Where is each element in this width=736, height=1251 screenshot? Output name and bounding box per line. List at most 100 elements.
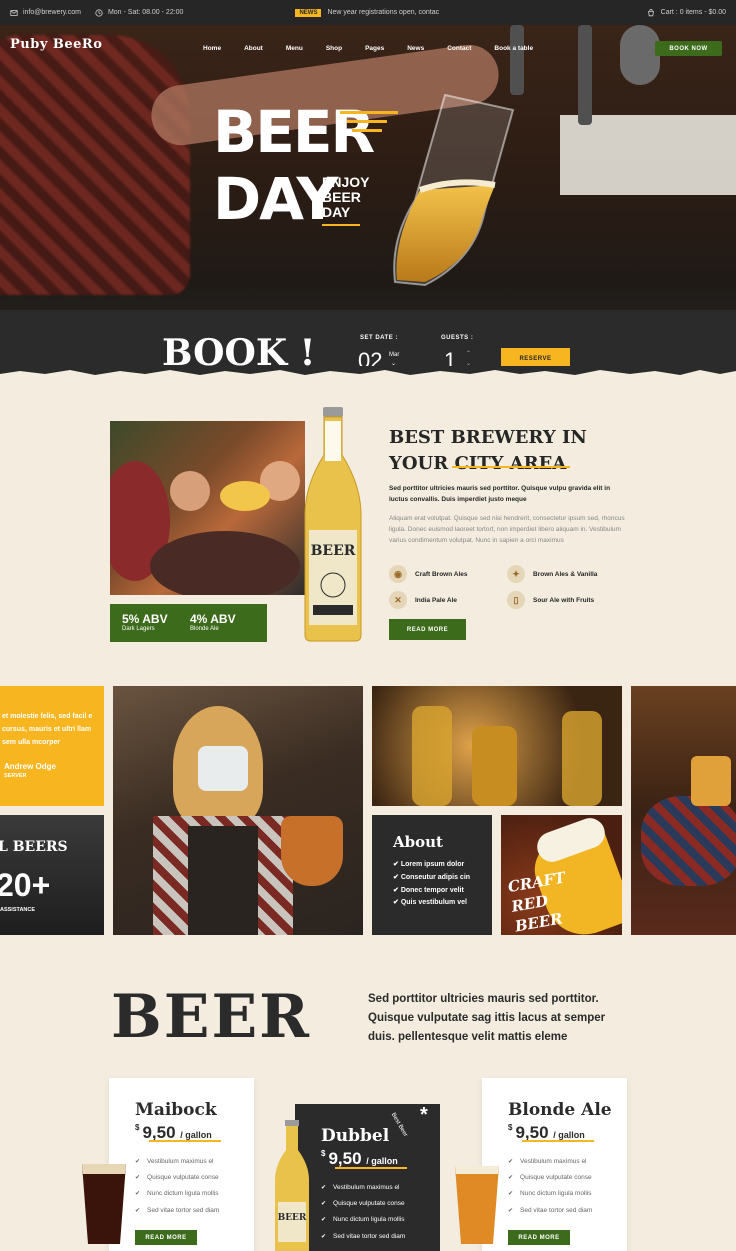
dark-beer-glass-image	[82, 1164, 126, 1244]
read-more-button[interactable]: READ MORE	[389, 619, 466, 640]
asterisk-icon: *	[420, 1104, 428, 1126]
craft-beer-photo: CRAFT RED BEER	[501, 815, 622, 935]
site-logo[interactable]: Puby BeeRo	[10, 37, 102, 52]
card-read-more-button[interactable]: READ MORE	[135, 1230, 197, 1245]
nav-item-news[interactable]: News	[407, 45, 424, 52]
beers-count-label: L BEERS	[0, 839, 68, 855]
card-feature: Quisque vulputate conse	[135, 1170, 219, 1186]
chevron-up-icon[interactable]: ⌃	[466, 350, 471, 357]
bottle-label-text: BEER	[311, 543, 356, 559]
beer-badge-icon: ✦	[507, 565, 525, 583]
about-tile-item: ✔ Quis vestibulum vel	[393, 899, 467, 907]
card-feature: Nunc dictum ligula mollis	[321, 1212, 405, 1228]
card-feature: Quisque vulputate conse	[321, 1196, 405, 1212]
cheers-photo	[631, 686, 736, 935]
nav-item-menu[interactable]: Menu	[286, 45, 303, 52]
page: info@brewery.com Mon - Sat: 08.00 - 22:0…	[0, 0, 736, 1251]
card-feature: Nunc dictum ligula mollis	[135, 1186, 219, 1202]
title-underline-accent	[452, 466, 570, 468]
craft-beer-text: CRAFT RED BEER	[506, 868, 567, 935]
beer-tap	[578, 25, 592, 125]
guests-label: GUESTS :	[441, 335, 474, 341]
beers-count-sub: ASSISTANCE	[0, 907, 36, 913]
about-lead: Sed porttitor ultricies mauris sed portt…	[389, 485, 611, 503]
about-tile-list: ✔ Lorem ipsum dolor ✔ Conseutur adipis c…	[393, 859, 470, 910]
testimonial-tile: et molestie felis, sed facil e cursus, m…	[0, 686, 104, 806]
about-tile-item: ✔ Donec tempor velit	[393, 886, 464, 894]
nav-item-about[interactable]: About	[244, 45, 263, 52]
hero-bar-light	[560, 115, 736, 195]
feature-label: Sour Ale with Fruits	[533, 596, 595, 604]
check-icon: ✔	[393, 886, 401, 894]
nav-item-book-table[interactable]: Book a table	[494, 45, 533, 52]
card-feature: Nunc dictum ligula mollis	[508, 1186, 592, 1202]
card-features: Vestibulum maximus el Quisque vulputate …	[321, 1180, 405, 1245]
nav-item-home[interactable]: Home	[203, 45, 221, 52]
card-feature: Quisque vulputate conse	[508, 1170, 592, 1186]
card-price: $9,50 / gallon	[321, 1149, 398, 1168]
menu-title: BEER	[111, 982, 312, 1052]
book-now-button[interactable]: BOOK NOW	[655, 41, 722, 56]
abv-panel: 5% ABV Dark Lagers 4% ABV Blonde Ale	[110, 604, 267, 642]
beer-bottle-image: BEER	[304, 407, 362, 642]
testimonial-author: Andrew Odge	[4, 762, 57, 771]
feature-item: ✦ Brown Ales & Vanilla	[507, 565, 597, 583]
testimonial-text: et molestie felis, sed facil e cursus, m…	[2, 713, 93, 746]
hero-subtitle-1: ENJOY	[322, 174, 370, 190]
beer-glass-image	[393, 93, 515, 287]
top-bar: info@brewery.com Mon - Sat: 08.00 - 22:0…	[0, 0, 736, 25]
news-ticker[interactable]: New year registrations open, contac	[327, 9, 439, 16]
price-underline	[522, 1140, 594, 1142]
card-read-more-button[interactable]: READ MORE	[508, 1230, 570, 1245]
abv-value-1: 5% ABV	[122, 612, 168, 626]
card-features: Vestibulum maximus el Quisque vulputate …	[135, 1154, 219, 1219]
cart-icon	[647, 8, 654, 16]
card-feature: Sed vitae tortor sed diam	[321, 1229, 405, 1245]
card-feature: Sed vitae tortor sed diam	[508, 1203, 592, 1219]
hero-title-line2: DAY	[213, 165, 338, 233]
check-icon: ✔	[393, 861, 401, 868]
feature-label: India Pale Ale	[415, 596, 458, 604]
beers-count-value: 20+	[0, 867, 51, 903]
menu-intro: Sed porttitor ultricies mauris sed portt…	[368, 993, 606, 1043]
nav-item-contact[interactable]: Contact	[447, 45, 471, 52]
cart-link[interactable]: Cart : 0 items - $0.00	[647, 8, 726, 17]
price-underline	[335, 1167, 407, 1169]
menu-card-blonde-ale: Blonde Ale $9,50 / gallon Vestibulum max…	[482, 1078, 627, 1251]
about-tile-item: ✔ Lorem ipsum dolor	[393, 861, 465, 868]
card-name: Blonde Ale	[508, 1100, 612, 1120]
crossed-tools-icon: ✕	[389, 591, 407, 609]
nav-item-pages[interactable]: Pages	[365, 45, 384, 52]
beer-tap	[510, 25, 524, 95]
about-title: BEST BREWERY IN YOUR CITY AREA	[389, 425, 587, 477]
about-title-line2: YOUR CITY AREA	[389, 453, 567, 474]
blonde-beer-glass-image	[455, 1166, 499, 1244]
check-icon: ✔	[393, 899, 401, 907]
testimonial-role: SERVER	[4, 773, 27, 779]
feature-label: Craft Brown Ales	[415, 570, 468, 578]
nav-item-shop[interactable]: Shop	[326, 45, 342, 52]
hero-plaid-shirt	[0, 35, 190, 295]
price-underline	[149, 1140, 221, 1142]
date-month: Mar	[389, 352, 400, 358]
people-toasting-photo	[110, 421, 305, 595]
date-label: SET DATE :	[360, 335, 398, 341]
bartender-photo	[113, 686, 363, 935]
hero-subtitle-underline	[322, 224, 360, 226]
card-name: Dubbel	[321, 1126, 390, 1146]
cart-text: Cart : 0 items - $0.00	[660, 9, 726, 16]
hours-text: Mon - Sat: 08.00 - 22:00	[107, 9, 184, 16]
hero-subtitle-2: BEER	[322, 189, 361, 205]
email-item[interactable]: info@brewery.com	[10, 9, 81, 17]
about-title-line1: BEST BREWERY IN	[389, 427, 587, 448]
mail-icon	[10, 9, 18, 16]
abv-value-2: 4% ABV	[190, 612, 236, 626]
abv-label-1: Dark Lagers	[122, 626, 155, 632]
hero-accent-stroke	[352, 129, 382, 132]
hours-item: Mon - Sat: 08.00 - 22:00	[95, 8, 184, 17]
card-feature: Vestibulum maximus el	[508, 1154, 592, 1170]
beer-barrel-icon: ◉	[389, 565, 407, 583]
booking-title: BOOK !	[162, 332, 316, 370]
feature-item: ✕ India Pale Ale	[389, 591, 457, 609]
hero-subtitle-3: DAY	[322, 204, 351, 220]
